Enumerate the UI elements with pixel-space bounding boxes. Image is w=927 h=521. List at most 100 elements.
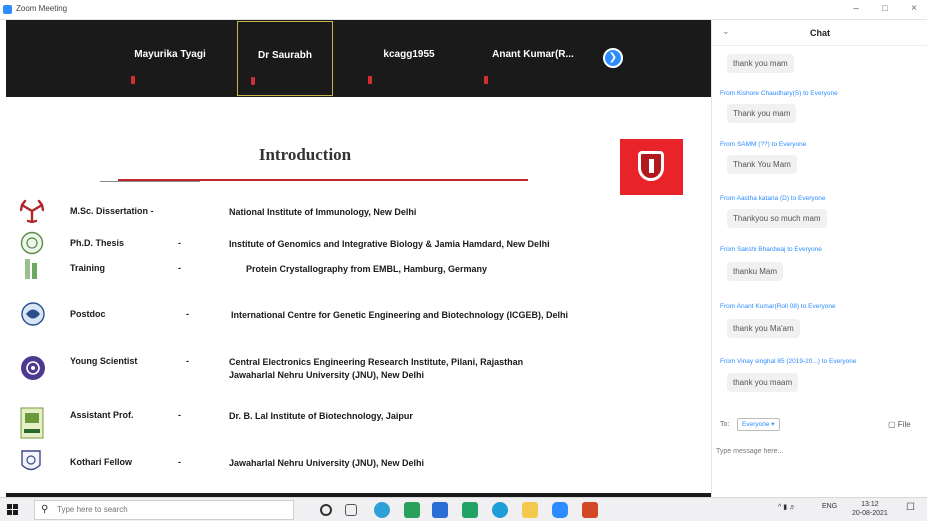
chat-message: thanku Mam	[727, 262, 784, 281]
ceeri-icon	[21, 356, 45, 380]
edge-icon[interactable]	[374, 502, 390, 518]
jnu-icon	[21, 450, 41, 471]
separator-dash: -	[186, 356, 189, 366]
role-label: Kothari Fellow	[70, 457, 133, 467]
institution-label-secondary: Jawaharlal Nehru University (JNU), New D…	[229, 370, 425, 380]
jamia-hamdard-icon	[20, 231, 44, 255]
career-row: Ph.D. Thesis - Institute of Genomics and…	[0, 231, 711, 257]
embl-icon	[25, 259, 37, 279]
chat-header: ⌄ Chat	[712, 20, 927, 46]
chat-sender: From Vinay singhal 85 (2019-20...) to Ev…	[720, 358, 857, 365]
participant-tile[interactable]: kcagg1955	[354, 21, 464, 96]
role-label: Young Scientist	[70, 356, 138, 366]
chat-message: thank you maam	[727, 373, 799, 392]
muted-mic-icon	[484, 76, 488, 84]
career-row: Kothari Fellow - Jawaharlal Nehru Univer…	[0, 447, 711, 477]
muted-mic-icon	[368, 76, 372, 84]
separator-dash: -	[178, 410, 181, 420]
separator-dash: -	[178, 263, 181, 273]
chat-sender: From SAMM (??) to Everyone	[720, 141, 807, 148]
title-underline-grey	[100, 181, 200, 182]
close-button[interactable]: ×	[907, 3, 921, 14]
chrome-icon[interactable]	[492, 502, 508, 518]
taskbar-search-input[interactable]	[57, 505, 277, 514]
separator-dash: -	[178, 238, 181, 248]
separator-dash: -	[178, 457, 181, 467]
chat-sender: From Kishore Chaudhary(S) to Everyone	[720, 90, 838, 97]
chat-message-input[interactable]	[716, 443, 916, 459]
chevron-right-icon: ❯	[608, 52, 618, 63]
institution-label: Protein Crystallography from EMBL, Hambu…	[246, 264, 488, 274]
career-row: Training - Protein Crystallography from …	[0, 257, 711, 283]
role-label: Training	[70, 263, 106, 273]
career-row: Postdoc - International Centre for Genet…	[0, 297, 711, 331]
language-indicator[interactable]: ENG	[822, 503, 837, 510]
icgeb-icon	[21, 302, 45, 326]
chat-to-label: To:	[720, 421, 730, 428]
chat-sender: From Aastha kataria (D) to Everyone	[720, 195, 826, 202]
search-icon: ⚲	[41, 504, 49, 515]
meeting-main-area: Mayurika Tyagi Dr Saurabh kcagg1955 Anan…	[0, 20, 711, 497]
mail-icon[interactable]	[432, 502, 448, 518]
zoom-taskbar-icon[interactable]	[552, 502, 568, 518]
chat-recipient-select[interactable]: Everyone ▾	[737, 418, 780, 431]
chat-message: Thankyou so much mam	[727, 209, 827, 228]
chat-sender: From Anant Kumar(Roll 08) to Everyone	[720, 303, 836, 310]
cortana-icon[interactable]	[320, 504, 332, 516]
institution-label: National Institute of Immunology, New De…	[229, 207, 417, 217]
zoom-app-icon	[3, 5, 12, 14]
participant-tile[interactable]: Mayurika Tyagi	[115, 21, 225, 96]
window-titlebar: Zoom Meeting – □ ×	[0, 0, 927, 20]
maximize-button[interactable]: □	[878, 3, 892, 13]
participant-name: Mayurika Tyagi	[134, 49, 206, 60]
separator-dash: -	[186, 309, 189, 319]
institution-label: Institute of Genomics and Integrative Bi…	[229, 239, 550, 249]
participant-tile-active[interactable]: Dr Saurabh	[237, 21, 333, 96]
chat-message: thank you mam	[727, 54, 794, 73]
notification-icon[interactable]: ☐	[906, 502, 915, 513]
minimize-button[interactable]: –	[849, 3, 863, 14]
file-icon: ▢	[888, 420, 896, 429]
next-participants-button[interactable]: ❯	[603, 48, 623, 68]
career-row: Assistant Prof. - Dr. B. Lal Institute o…	[0, 405, 711, 441]
store-icon[interactable]	[404, 502, 420, 518]
file-explorer-icon[interactable]	[522, 502, 538, 518]
file-button[interactable]: ▢ File	[888, 420, 911, 429]
clock-time: 13:12	[861, 501, 879, 508]
role-label: Postdoc	[70, 309, 106, 319]
chat-message: thank you Ma'am	[727, 319, 800, 338]
participant-tile[interactable]: Anant Kumar(R...	[472, 21, 594, 96]
career-row: Young Scientist - Central Electronics En…	[0, 351, 711, 387]
participant-video-strip: Mayurika Tyagi Dr Saurabh kcagg1955 Anan…	[6, 20, 711, 97]
clock[interactable]: 13:12 20-08-2021	[852, 500, 888, 518]
role-label: Ph.D. Thesis	[70, 238, 125, 248]
institution-label: Central Electronics Engineering Research…	[229, 357, 524, 367]
chat-message: Thank you mam	[727, 104, 797, 123]
windows-taskbar: ⚲ ^ ▮ ♬ ENG 13:12 20-08-2021 ☐	[0, 497, 927, 521]
blal-icon	[20, 407, 44, 439]
muted-mic-icon	[251, 77, 255, 85]
excel-icon[interactable]	[462, 502, 478, 518]
role-label: M.Sc. Dissertation -	[70, 206, 154, 216]
powerpoint-icon[interactable]	[582, 502, 598, 518]
task-view-icon[interactable]	[345, 504, 357, 516]
file-button-label: File	[897, 420, 911, 429]
participant-name: Anant Kumar(R...	[492, 49, 574, 60]
institution-label: Dr. B. Lal Institute of Biotechnology, J…	[229, 411, 413, 421]
institution-label: International Centre for Genetic Enginee…	[231, 310, 569, 320]
clock-date: 20-08-2021	[852, 510, 888, 517]
window-title: Zoom Meeting	[16, 4, 68, 13]
institution-label: Jawaharlal Nehru University (JNU), New D…	[229, 458, 425, 468]
chat-panel: ⌄ Chat thank you mam From Kishore Chaudh…	[711, 20, 927, 497]
system-tray-icons[interactable]: ^ ▮ ♬	[778, 503, 796, 511]
slide-title: Introduction	[258, 145, 352, 164]
chat-sender: From Sakshi Bhardwaj to Everyone	[720, 246, 822, 253]
participant-name: Dr Saurabh	[258, 50, 312, 61]
career-row: M.Sc. Dissertation - National Institute …	[0, 197, 711, 227]
taskbar-search[interactable]: ⚲	[34, 500, 294, 520]
chat-title: Chat	[810, 28, 830, 38]
muted-mic-icon	[131, 76, 135, 84]
chat-message: Thank You Mam	[727, 155, 797, 174]
institute-logo	[620, 139, 683, 195]
windows-start-icon[interactable]	[7, 504, 19, 516]
